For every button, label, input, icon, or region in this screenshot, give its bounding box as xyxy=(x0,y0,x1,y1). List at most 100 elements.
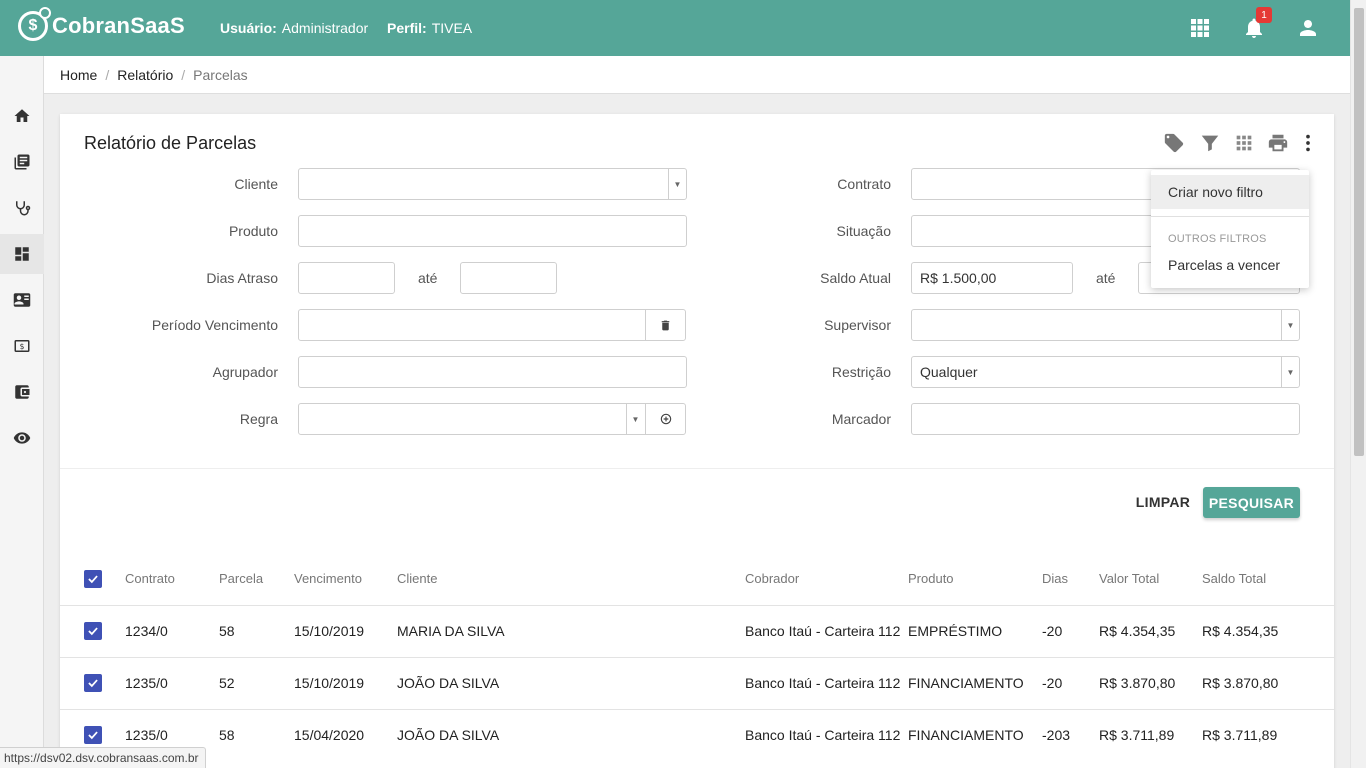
sidebar-item-stethoscope[interactable] xyxy=(0,188,44,228)
sidebar-item-home[interactable] xyxy=(0,96,44,136)
chevron-down-icon[interactable]: ▼ xyxy=(1281,310,1299,340)
table-row[interactable]: 1235/0 52 15/10/2019 JOÃO DA SILVA Banco… xyxy=(60,657,1334,709)
saldo-atual-from-input[interactable]: R$ 1.500,00 xyxy=(911,262,1073,294)
trash-icon[interactable] xyxy=(645,310,685,340)
breadcrumb-current: Parcelas xyxy=(193,66,248,83)
chevron-down-icon[interactable]: ▼ xyxy=(1281,357,1299,387)
situacao-label: Situação xyxy=(836,223,891,239)
row-checkbox[interactable] xyxy=(84,674,102,692)
column-header-cobrador[interactable]: Cobrador xyxy=(745,571,799,586)
search-button[interactable]: PESQUISAR xyxy=(1203,487,1300,518)
select-all-checkbox[interactable] xyxy=(84,570,102,588)
print-icon[interactable] xyxy=(1267,132,1289,154)
stethoscope-icon xyxy=(16,201,31,216)
filter-icon[interactable] xyxy=(1199,132,1221,154)
filter-menu: Criar novo filtro OUTROS FILTROS Parcela… xyxy=(1151,170,1309,288)
rule-target-icon[interactable] xyxy=(645,404,685,434)
app-logo[interactable]: $ CobranSaaS xyxy=(18,7,185,41)
vertical-scrollbar[interactable] xyxy=(1350,0,1366,768)
dias-atraso-to-input[interactable] xyxy=(460,262,557,294)
breadcrumb-home[interactable]: Home xyxy=(60,67,97,83)
restricao-value: Qualquer xyxy=(920,364,978,380)
periodo-vencimento-input[interactable] xyxy=(298,309,686,341)
tag-icon[interactable] xyxy=(1163,132,1185,154)
sidebar: $ xyxy=(0,56,44,768)
menu-divider xyxy=(1151,216,1309,217)
cell-vencimento: 15/10/2019 xyxy=(294,623,365,639)
cell-saldo-total: R$ 3.711,89 xyxy=(1202,727,1278,743)
table-row[interactable]: 1234/0 58 15/10/2019 MARIA DA SILVA Banc… xyxy=(60,605,1334,657)
marcador-input[interactable] xyxy=(911,403,1300,435)
cell-contrato: 1234/0 xyxy=(125,623,168,639)
user-value: Administrador xyxy=(281,20,369,36)
more-vert-icon[interactable] xyxy=(1297,132,1319,154)
cell-cliente: MARIA DA SILVA xyxy=(397,623,505,639)
sidebar-item-money[interactable]: $ xyxy=(0,326,44,366)
chevron-down-icon[interactable]: ▼ xyxy=(668,169,686,199)
cell-parcela: 52 xyxy=(219,675,235,691)
row-checkbox[interactable] xyxy=(84,726,102,744)
top-app-bar: $ CobranSaaS Usuário: Administrador Perfi… xyxy=(0,0,1350,56)
bell-icon[interactable]: 1 xyxy=(1242,7,1272,40)
restricao-select[interactable]: Qualquer ▼ xyxy=(911,356,1300,388)
cell-cobrador: Banco Itaú - Carteira 112 xyxy=(745,623,901,639)
account-icon[interactable] xyxy=(1296,16,1320,40)
produto-input[interactable] xyxy=(298,215,687,247)
logo-icon: $ xyxy=(18,7,51,41)
sidebar-item-view[interactable] xyxy=(0,418,44,458)
cell-vencimento: 15/04/2020 xyxy=(294,727,365,743)
book-icon xyxy=(14,154,30,170)
cell-produto: FINANCIAMENTO xyxy=(908,675,1024,691)
row-checkbox[interactable] xyxy=(84,622,102,640)
dias-atraso-from-input[interactable] xyxy=(298,262,395,294)
regra-select[interactable]: ▼ xyxy=(298,403,686,435)
column-header-saldo-total[interactable]: Saldo Total xyxy=(1202,571,1266,586)
column-header-vencimento[interactable]: Vencimento xyxy=(294,571,362,586)
cliente-label: Cliente xyxy=(234,176,278,192)
column-header-valor-total[interactable]: Valor Total xyxy=(1099,571,1159,586)
cell-cobrador: Banco Itaú - Carteira 112 xyxy=(745,675,901,691)
regra-label: Regra xyxy=(239,411,278,427)
cell-parcela: 58 xyxy=(219,623,235,639)
menu-item-parcelas-a-vencer[interactable]: Parcelas a vencer xyxy=(1168,257,1280,273)
grid-icon[interactable] xyxy=(1233,132,1255,154)
status-url: https://dsv02.dsv.cobransaas.com.br xyxy=(0,747,206,768)
supervisor-select[interactable]: ▼ xyxy=(911,309,1300,341)
sidebar-item-contacts[interactable] xyxy=(0,280,44,320)
apps-grid-icon[interactable] xyxy=(1188,16,1212,40)
profile-label: Perfil: xyxy=(387,20,427,36)
dashboard-icon xyxy=(15,247,29,261)
table-row[interactable]: 1235/0 58 15/04/2020 JOÃO DA SILVA Banco… xyxy=(60,709,1334,761)
check-icon xyxy=(88,575,98,584)
dias-atraso-label: Dias Atraso xyxy=(206,270,278,286)
svg-text:$: $ xyxy=(20,342,25,351)
agrupador-input[interactable] xyxy=(298,356,687,388)
cell-produto: EMPRÉSTIMO xyxy=(908,623,1003,639)
column-header-cliente[interactable]: Cliente xyxy=(397,571,437,586)
sidebar-item-dashboard[interactable] xyxy=(0,234,44,274)
sidebar-item-book[interactable] xyxy=(0,142,44,182)
breadcrumb-relatorio[interactable]: Relatório xyxy=(117,67,173,83)
profile-value: TIVEA xyxy=(431,20,473,36)
cell-dias: -20 xyxy=(1042,623,1063,639)
sidebar-item-wallet[interactable] xyxy=(0,372,44,412)
breadcrumb-separator: / xyxy=(181,66,186,83)
cell-produto: FINANCIAMENTO xyxy=(908,727,1024,743)
profile-info: Perfil: TIVEA xyxy=(387,20,472,36)
menu-item-create-filter[interactable]: Criar novo filtro xyxy=(1151,175,1309,209)
column-header-produto[interactable]: Produto xyxy=(908,571,954,586)
cell-saldo-total: R$ 3.870,80 xyxy=(1202,675,1279,691)
scrollbar-thumb[interactable] xyxy=(1354,8,1364,456)
cell-parcela: 58 xyxy=(219,727,235,743)
cell-cliente: JOÃO DA SILVA xyxy=(397,727,500,743)
column-header-dias[interactable]: Dias xyxy=(1042,571,1068,586)
cliente-select[interactable]: ▼ xyxy=(298,168,687,200)
wallet-icon xyxy=(15,385,30,399)
clear-button[interactable]: LIMPAR xyxy=(1132,487,1194,517)
column-header-contrato[interactable]: Contrato xyxy=(125,571,175,586)
chevron-down-icon[interactable]: ▼ xyxy=(626,404,644,434)
user-label: Usuário: xyxy=(220,20,277,36)
agrupador-label: Agrupador xyxy=(212,364,278,380)
column-header-parcela[interactable]: Parcela xyxy=(219,571,263,586)
eye-icon xyxy=(13,432,31,444)
